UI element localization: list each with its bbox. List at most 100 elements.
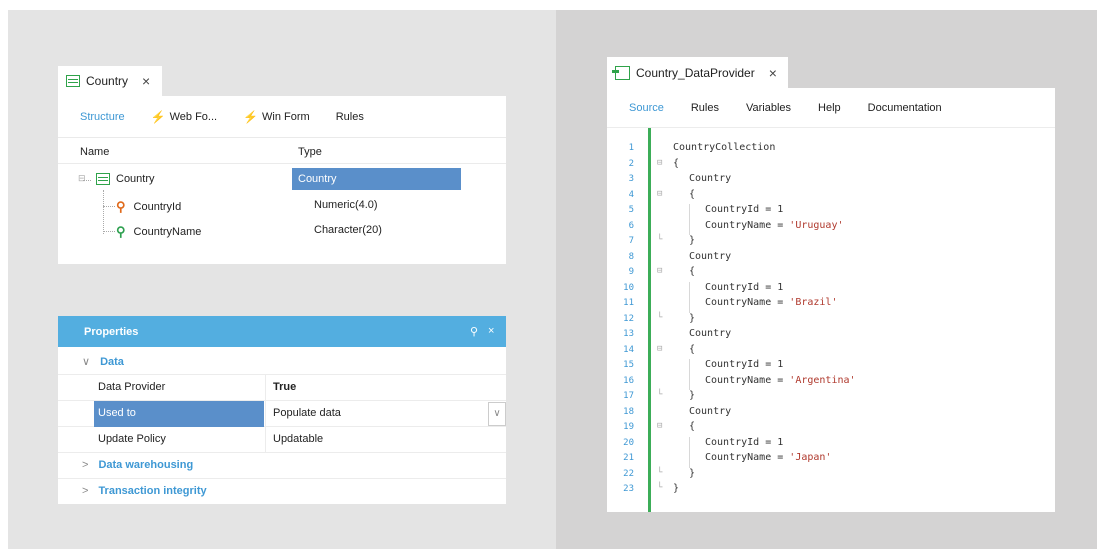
close-icon[interactable]: × <box>142 73 150 89</box>
property-value-select[interactable]: Populate data <box>273 407 341 419</box>
code-token: } <box>673 483 680 494</box>
code-text: CountryName = 'Uruguay' <box>705 220 843 231</box>
tab-web-form[interactable]: ⚡ Web Fo... <box>151 110 217 124</box>
close-icon[interactable]: × <box>769 65 777 81</box>
property-row-update-policy[interactable]: Update Policy Updatable <box>58 427 506 453</box>
code-line[interactable]: 3 Country <box>607 173 1055 188</box>
code-text: { <box>689 266 695 277</box>
fold-icon[interactable]: ⊟ <box>657 421 662 431</box>
table-row[interactable]: ⚲ CountryName Character(20) <box>58 219 506 243</box>
code-text: Country <box>689 406 731 417</box>
property-row-used-to[interactable]: Used to Populate data ∨ <box>58 401 506 427</box>
fold-end-marker: └ <box>657 483 663 493</box>
code-line[interactable]: 11 CountryName = 'Brazil' <box>607 297 1055 312</box>
fold-icon[interactable]: ⊟ <box>657 158 662 168</box>
code-line[interactable]: 21 CountryName = 'Japan' <box>607 452 1055 467</box>
code-line[interactable]: 7 └} <box>607 235 1055 250</box>
string-literal: 'Argentina' <box>789 374 856 386</box>
tab-win-form[interactable]: ⚡ Win Form <box>243 110 310 124</box>
category-data-warehousing[interactable]: > Data warehousing <box>58 453 506 479</box>
tab-country-dataprovider[interactable]: Country_DataProvider × <box>607 57 788 88</box>
code-token: CountryName = <box>705 374 790 386</box>
tab-source[interactable]: Source <box>629 102 664 114</box>
properties-panel: Properties ⚲ × ∨ Data Data Provider True … <box>58 316 506 504</box>
category-label: ∨ Data <box>82 355 124 368</box>
code-line[interactable]: 2 ⊟ { <box>607 158 1055 173</box>
code-token: CountryCollection <box>673 142 776 153</box>
code-line[interactable]: 22 └} <box>607 468 1055 483</box>
code-text: } <box>689 313 695 324</box>
chevron-down-icon[interactable]: ∨ <box>488 402 506 426</box>
line-number: 5 <box>628 205 634 215</box>
tab-rules[interactable]: Rules <box>691 102 719 114</box>
property-row-data-provider[interactable]: Data Provider True <box>58 375 506 401</box>
properties-header: Properties ⚲ × <box>58 316 506 347</box>
code-line[interactable]: 19 ⊟ { <box>607 421 1055 436</box>
code-token: CountryId = 1 <box>705 281 784 293</box>
code-token: Country <box>689 405 732 417</box>
code-line[interactable]: 17 └} <box>607 390 1055 405</box>
code-line[interactable]: 12 └} <box>607 313 1055 328</box>
code-text: Country <box>689 328 731 339</box>
code-token: } <box>689 312 696 324</box>
code-text: CountryName = 'Japan' <box>705 452 831 463</box>
bolt-icon: ⚡ <box>150 109 166 124</box>
category-label: > Transaction integrity <box>82 485 207 497</box>
table-row[interactable]: ⚲ CountryId Numeric(4.0) <box>58 194 506 218</box>
tab-country-label: Country <box>86 74 129 88</box>
fold-icon[interactable]: ⊟ <box>657 344 662 354</box>
divider <box>265 375 266 401</box>
dataprovider-icon <box>612 65 630 80</box>
code-line[interactable]: 16 CountryName = 'Argentina' <box>607 375 1055 390</box>
code-line[interactable]: 10 CountryId = 1 <box>607 282 1055 297</box>
property-key: Update Policy <box>98 433 166 445</box>
table-row[interactable]: ⊟ Country Country <box>58 168 506 192</box>
code-token: { <box>689 188 696 200</box>
tab-variables[interactable]: Variables <box>746 102 791 114</box>
code-line[interactable]: 8 Country <box>607 251 1055 266</box>
code-text: { <box>673 158 679 169</box>
code-line[interactable]: 14 ⊟ { <box>607 344 1055 359</box>
code-line[interactable]: 1 CountryCollection <box>607 142 1055 157</box>
code-text: } <box>689 468 695 479</box>
row-name-label: CountryName <box>133 226 202 238</box>
code-line[interactable]: 9 ⊟ { <box>607 266 1055 281</box>
tab-rules[interactable]: Rules <box>336 111 364 123</box>
code-line[interactable]: 5 CountryId = 1 <box>607 204 1055 219</box>
tree-connector <box>103 206 115 207</box>
close-icon[interactable]: × <box>488 325 494 337</box>
category-data-label: Data <box>100 356 124 368</box>
row-type-selected[interactable]: Country <box>292 168 461 190</box>
code-line[interactable]: 23 └} <box>607 483 1055 498</box>
code-line[interactable]: 6 CountryName = 'Uruguay' <box>607 220 1055 235</box>
chevron-down-icon: ∨ <box>82 356 91 368</box>
tab-documentation[interactable]: Documentation <box>868 102 942 114</box>
fold-icon[interactable]: ⊟ <box>657 189 662 199</box>
tab-structure[interactable]: Structure <box>80 111 125 123</box>
pin-icon[interactable]: ⚲ <box>470 325 478 338</box>
code-token: Country <box>689 328 732 339</box>
code-token: Country <box>689 173 732 184</box>
table-icon <box>66 75 80 87</box>
code-line[interactable]: 15 CountryId = 1 <box>607 359 1055 374</box>
tab-country[interactable]: Country × <box>58 66 162 96</box>
fold-icon[interactable]: ⊟ <box>657 266 662 276</box>
code-token: CountryId = 1 <box>705 204 784 215</box>
fold-end-marker: └ <box>657 312 663 323</box>
row-name: ⚲ CountryName <box>116 224 201 240</box>
code-line[interactable]: 20 CountryId = 1 <box>607 437 1055 452</box>
divider <box>265 427 266 453</box>
string-literal: 'Uruguay' <box>789 219 844 231</box>
code-text: } <box>689 390 695 401</box>
tab-help[interactable]: Help <box>818 102 841 114</box>
category-transaction-integrity[interactable]: > Transaction integrity <box>58 479 506 505</box>
code-text: CountryId = 1 <box>705 282 783 293</box>
category-data[interactable]: ∨ Data <box>58 349 506 375</box>
code-line[interactable]: 18 Country <box>607 406 1055 421</box>
column-type-header: Type <box>298 146 322 158</box>
code-line[interactable]: 13 Country <box>607 328 1055 343</box>
code-line[interactable]: 4 ⊟ { <box>607 189 1055 204</box>
collapse-icon[interactable]: ⊟ <box>78 173 86 184</box>
tab-structure-label: Structure <box>80 110 125 123</box>
code-token: { <box>689 343 696 355</box>
